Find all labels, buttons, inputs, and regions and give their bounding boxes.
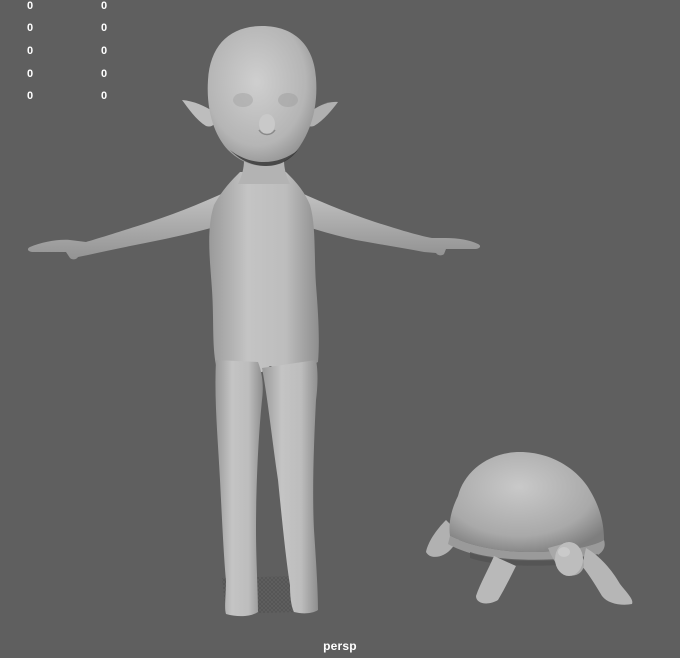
hud-value: 0 xyxy=(101,90,108,102)
right-leg xyxy=(262,360,318,614)
hud-value: 0 xyxy=(27,68,34,80)
hud-row: 0 0 xyxy=(0,68,140,88)
camera-label: persp xyxy=(323,639,357,653)
hud-value: 0 xyxy=(27,45,34,57)
tortoise-model[interactable] xyxy=(426,452,633,605)
hud-row: 0 0 xyxy=(0,22,140,42)
character-model[interactable] xyxy=(27,26,481,617)
hud-value: 0 xyxy=(27,90,34,102)
hud-row: 0 0 xyxy=(0,45,140,65)
tortoise-front-right-leg xyxy=(582,548,633,605)
tortoise-head xyxy=(555,542,583,576)
hud-value: 0 xyxy=(101,22,108,34)
hud-value: 0 xyxy=(101,68,108,80)
hud-row: 0 0 xyxy=(0,0,140,20)
left-leg xyxy=(215,360,263,617)
tortoise-shell xyxy=(449,452,604,552)
nose xyxy=(259,114,275,134)
hud-value: 0 xyxy=(101,0,108,12)
hud-value: 0 xyxy=(27,0,34,12)
hud-value: 0 xyxy=(101,45,108,57)
hud-row: 0 0 xyxy=(0,90,140,110)
hud-value: 0 xyxy=(27,22,34,34)
3d-viewport[interactable]: 0 0 0 0 0 0 0 0 0 0 persp xyxy=(0,0,680,658)
hud-stats: 0 0 0 0 0 0 0 0 0 0 xyxy=(0,0,140,110)
head xyxy=(207,26,317,166)
torso xyxy=(209,172,319,372)
